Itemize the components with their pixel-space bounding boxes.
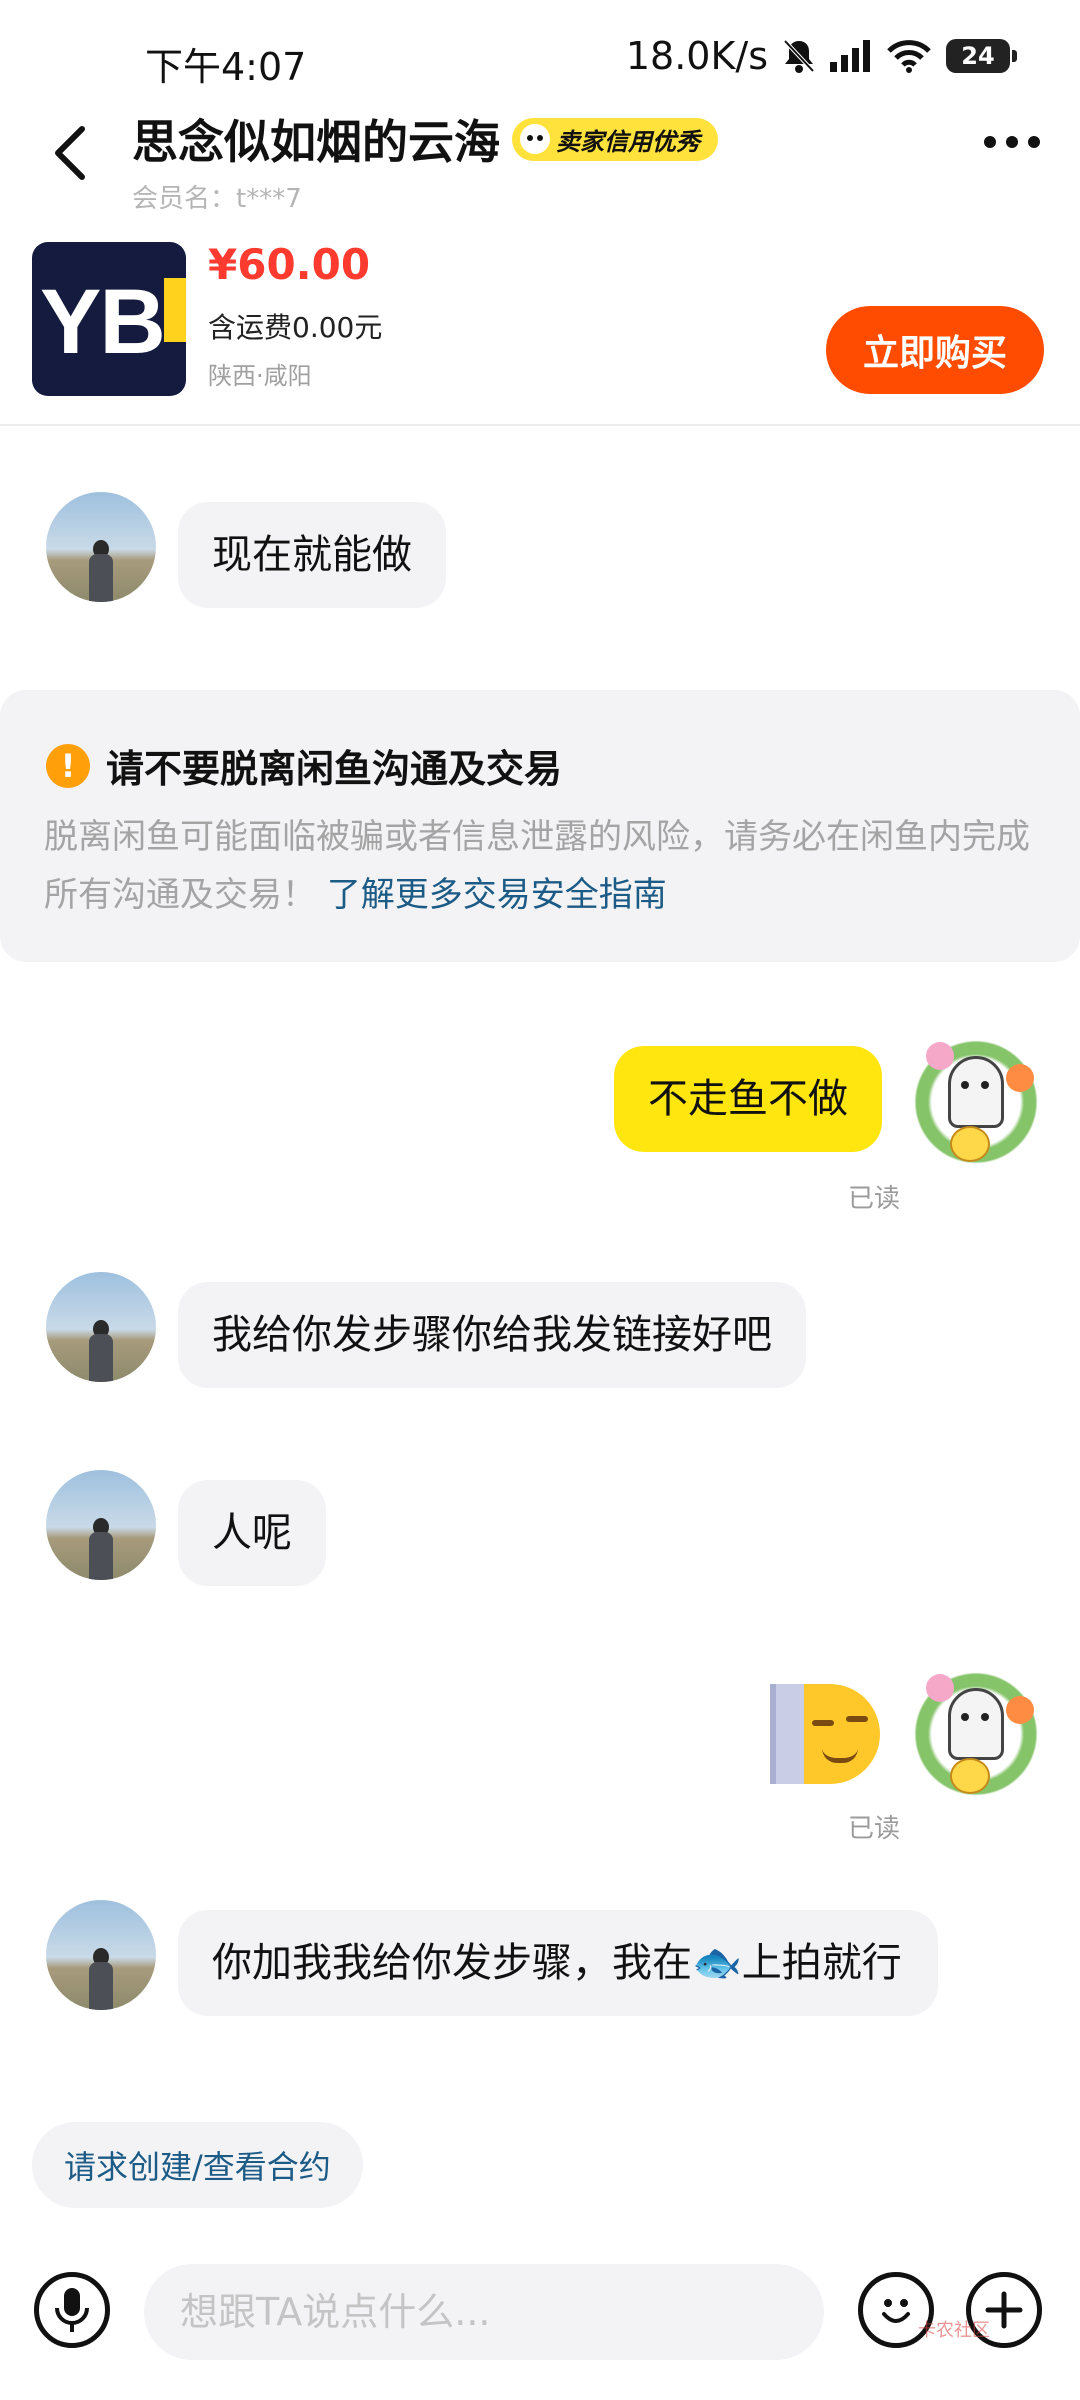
more-options-button[interactable] <box>984 136 1040 148</box>
seller-avatar[interactable] <box>46 1272 156 1382</box>
notice-title-text: 请不要脱离闲鱼沟通及交易 <box>106 747 563 791</box>
my-avatar[interactable] <box>908 1034 1044 1170</box>
chat-header: 思念似如烟的云海 卖家信用优秀 会员名：t***7 <box>0 100 1080 214</box>
read-status: 已读 <box>847 1184 900 1214</box>
voice-button[interactable] <box>34 2272 110 2348</box>
mute-bell-icon <box>782 38 816 74</box>
watermark: 卡农社区 <box>918 2320 990 2341</box>
smirk-emoji-icon <box>804 1684 880 1784</box>
product-location: 陕西·咸阳 <box>208 362 312 390</box>
message-bubble-incoming[interactable]: 你加我我给你发步骤，我在🐟上拍就行 <box>178 1910 938 2016</box>
message-bubble-incoming[interactable]: 现在就能做 <box>178 502 446 608</box>
input-bar: 卡农社区 <box>0 2250 1080 2400</box>
product-thumbnail[interactable]: YB <box>32 242 186 396</box>
status-bar: 下午4:07 18.0K/s 24 <box>0 0 1080 110</box>
status-icons: 18.0K/s 24 <box>625 34 1017 78</box>
seller-name[interactable]: 思念似如烟的云海 <box>132 106 500 172</box>
read-status: 已读 <box>847 1814 900 1844</box>
product-price: ¥60.00 <box>208 240 371 289</box>
member-name: 会员名：t***7 <box>132 184 302 214</box>
my-avatar[interactable] <box>908 1666 1044 1802</box>
seller-avatar[interactable] <box>46 1470 156 1580</box>
plus-icon <box>985 2291 1023 2329</box>
signal-icon <box>830 40 872 72</box>
sticker-edge <box>770 1684 804 1784</box>
status-time: 下午4:07 <box>145 45 307 89</box>
chevron-left-icon <box>55 126 85 180</box>
smiley-face-icon <box>882 2299 910 2323</box>
back-button[interactable] <box>40 118 100 188</box>
seller-avatar[interactable] <box>46 492 156 602</box>
message-input[interactable] <box>144 2264 824 2360</box>
thumbnail-accent-bar <box>164 278 186 342</box>
network-speed: 18.0K/s <box>625 34 768 78</box>
message-bubble-outgoing[interactable]: 不走鱼不做 <box>614 1046 882 1152</box>
notice-title: ! 请不要脱离闲鱼沟通及交易 <box>46 738 562 793</box>
header-info: 思念似如烟的云海 卖家信用优秀 会员名：t***7 <box>132 106 718 215</box>
dot-icon <box>984 136 996 148</box>
badge-label: 卖家信用优秀 <box>556 127 700 156</box>
warning-icon: ! <box>46 743 90 788</box>
product-card[interactable]: YB ¥60.00 含运费0.00元 陕西·咸阳 立即购买 <box>0 236 1080 426</box>
safety-guide-link[interactable]: 了解更多交易安全指南 <box>327 875 667 915</box>
safety-notice: ! 请不要脱离闲鱼沟通及交易 脱离闲鱼可能面临被骗或者信息泄露的风险，请务必在闲… <box>0 690 1080 962</box>
dot-icon <box>1028 136 1040 148</box>
seller-avatar[interactable] <box>46 1900 156 2010</box>
fish-face-icon <box>520 124 550 154</box>
message-bubble-incoming[interactable]: 人呢 <box>178 1480 326 1586</box>
message-bubble-incoming[interactable]: 我给你发步骤你给我发链接好吧 <box>178 1282 806 1388</box>
battery-icon: 24 <box>946 39 1017 73</box>
product-thumbnail-text: YB <box>40 271 166 373</box>
shipping-fee: 含运费0.00元 <box>208 311 383 344</box>
buy-now-button[interactable]: 立即购买 <box>826 306 1044 394</box>
microphone-icon <box>55 2288 89 2332</box>
emoji-sticker-message[interactable] <box>770 1684 880 1784</box>
seller-credit-badge[interactable]: 卖家信用优秀 <box>512 117 718 161</box>
wifi-icon <box>886 39 932 73</box>
contract-button[interactable]: 请求创建/查看合约 <box>32 2122 363 2208</box>
dot-icon <box>1006 136 1018 148</box>
notice-body: 脱离闲鱼可能面临被骗或者信息泄露的风险，请务必在闲鱼内完成所有沟通及交易！ 了解… <box>44 808 1034 924</box>
